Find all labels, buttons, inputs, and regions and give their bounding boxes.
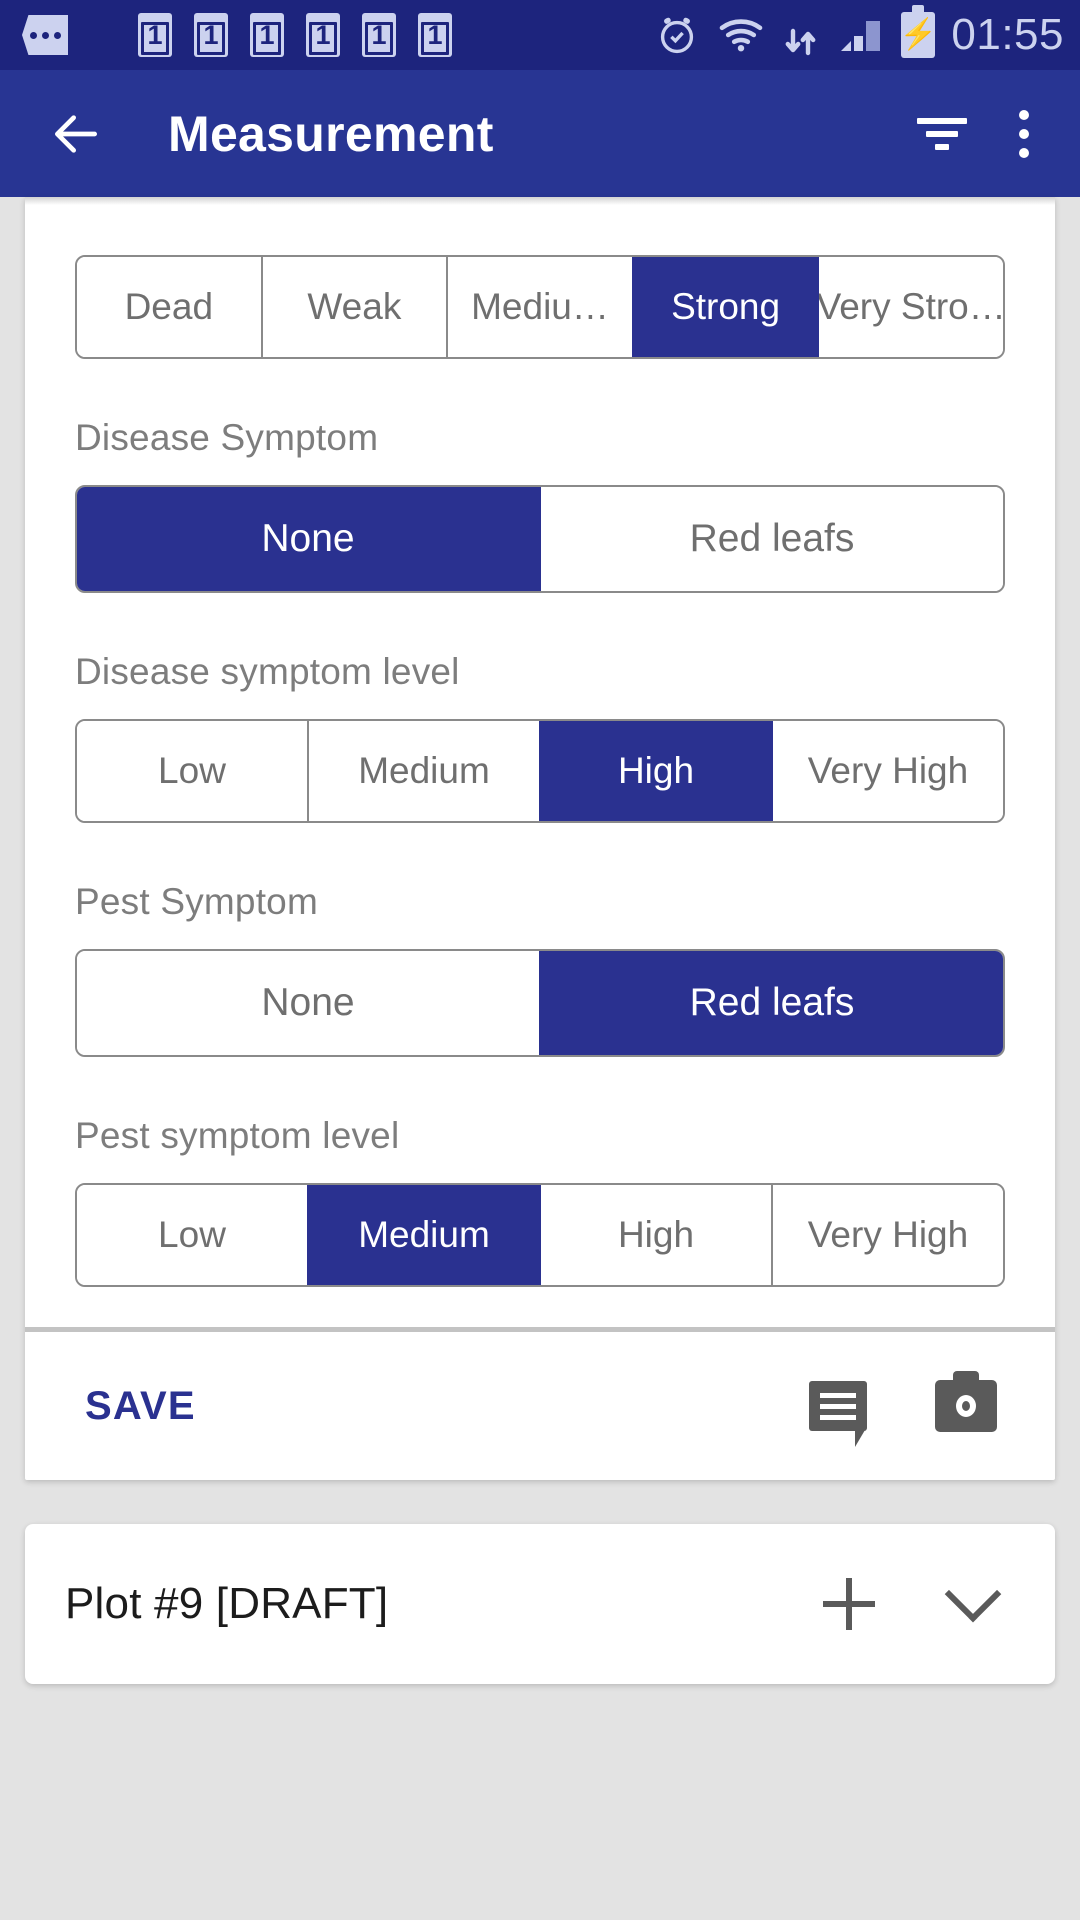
status-bar-system-icons: ⚡ 01:55	[653, 5, 1064, 60]
more-vertical-icon[interactable]	[1014, 109, 1034, 158]
alarm-icon	[661, 17, 694, 54]
sms-badge-label: 1	[203, 20, 219, 50]
field-label: Pest symptom level	[75, 1115, 400, 1156]
sms-badge-label: 1	[147, 20, 163, 50]
sms-badge-icon: 1	[250, 13, 284, 57]
field-disease-symptom: Disease Symptom None Red leafs	[75, 417, 1005, 593]
segment-option[interactable]: Dead	[77, 257, 261, 357]
signal-icon	[841, 21, 881, 51]
wifi-icon	[720, 19, 763, 52]
page-body: Dead Weak Mediu… Strong Very Stro… Disea…	[0, 197, 1080, 1920]
measurement-form: Dead Weak Mediu… Strong Very Stro… Disea…	[25, 197, 1055, 1327]
segment-option[interactable]: Mediu…	[446, 257, 632, 357]
field-pest-symptom-level: Pest symptom level Low Medium High Very …	[75, 1115, 1005, 1287]
segment-option[interactable]: Very Stro…	[817, 257, 1003, 357]
app-bar-actions	[914, 109, 1034, 158]
segment-option-selected[interactable]: None	[77, 487, 539, 591]
sms-badge-label: 1	[427, 20, 443, 50]
segment-option-selected[interactable]: High	[539, 721, 771, 821]
segmented-control-vigor-level[interactable]: Dead Weak Mediu… Strong Very Stro…	[75, 255, 1005, 359]
segment-option[interactable]: High	[539, 1185, 771, 1285]
back-button[interactable]	[44, 102, 108, 166]
field-disease-symptom-level: Disease symptom level Low Medium High Ve…	[75, 651, 1005, 823]
page-title: Measurement	[168, 105, 494, 162]
save-row: SAVE	[25, 1332, 1055, 1480]
plot-card-title: Plot #9 [DRAFT]	[65, 1579, 389, 1628]
measurement-card: Dead Weak Mediu… Strong Very Stro… Disea…	[25, 197, 1055, 1480]
segmented-control-pest-symptom-level[interactable]: Low Medium High Very High	[75, 1183, 1005, 1287]
field-label: Disease symptom level	[75, 651, 460, 692]
chevron-down-icon[interactable]	[944, 1565, 1002, 1623]
sms-badge-icon: 1	[194, 13, 228, 57]
sms-badge-icon: 1	[138, 13, 172, 57]
data-transfer-icon	[785, 28, 816, 56]
segment-option-selected[interactable]: Medium	[307, 1185, 539, 1285]
save-button[interactable]: SAVE	[85, 1384, 196, 1429]
camera-icon[interactable]	[935, 1371, 997, 1432]
status-bar-clock: 01:55	[951, 10, 1064, 59]
sms-badge-label: 1	[259, 20, 275, 50]
field-pest-symptom: Pest Symptom None Red leafs	[75, 881, 1005, 1057]
segment-option-selected[interactable]: Red leafs	[539, 951, 1003, 1055]
field-label: Disease Symptom	[75, 417, 379, 458]
plus-icon[interactable]	[823, 1578, 875, 1630]
comment-icon[interactable]	[809, 1381, 867, 1447]
filter-icon[interactable]	[914, 112, 970, 156]
segment-option[interactable]: Low	[77, 1185, 307, 1285]
status-bar-left-icons	[22, 15, 68, 55]
segment-option[interactable]: None	[77, 951, 539, 1055]
status-bar-notification-icons: 1 1 1 1 1 1	[138, 13, 452, 57]
plot-card-actions	[823, 1565, 1002, 1630]
message-dots-icon	[22, 15, 68, 55]
segment-option[interactable]: Very High	[771, 1185, 1003, 1285]
segment-option[interactable]: Weak	[260, 257, 447, 357]
arrow-left-icon	[55, 114, 97, 153]
segment-option[interactable]: Medium	[307, 721, 539, 821]
sms-badge-label: 1	[315, 20, 331, 50]
sms-badge-icon: 1	[362, 13, 396, 57]
save-row-actions	[809, 1371, 997, 1447]
status-bar: 1 1 1 1 1 1 ⚡ 01:55	[0, 0, 1080, 70]
sms-badge-icon: 1	[306, 13, 340, 57]
field-label: Pest Symptom	[75, 881, 318, 922]
battery-charging-icon: ⚡	[900, 5, 937, 58]
plot-card[interactable]: Plot #9 [DRAFT]	[25, 1524, 1055, 1684]
segment-option[interactable]: Low	[77, 721, 307, 821]
segmented-control-disease-symptom-level[interactable]: Low Medium High Very High	[75, 719, 1005, 823]
segment-option[interactable]: Red leafs	[539, 487, 1003, 591]
segmented-control-pest-symptom[interactable]: None Red leafs	[75, 949, 1005, 1057]
app-bar: Measurement	[0, 70, 1080, 197]
segment-option[interactable]: Very High	[771, 721, 1003, 821]
sms-badge-icon: 1	[418, 13, 452, 57]
field-vigor-level: Dead Weak Mediu… Strong Very Stro…	[75, 255, 1005, 359]
segmented-control-disease-symptom[interactable]: None Red leafs	[75, 485, 1005, 593]
sms-badge-label: 1	[371, 20, 387, 50]
segment-option-selected[interactable]: Strong	[631, 257, 818, 357]
